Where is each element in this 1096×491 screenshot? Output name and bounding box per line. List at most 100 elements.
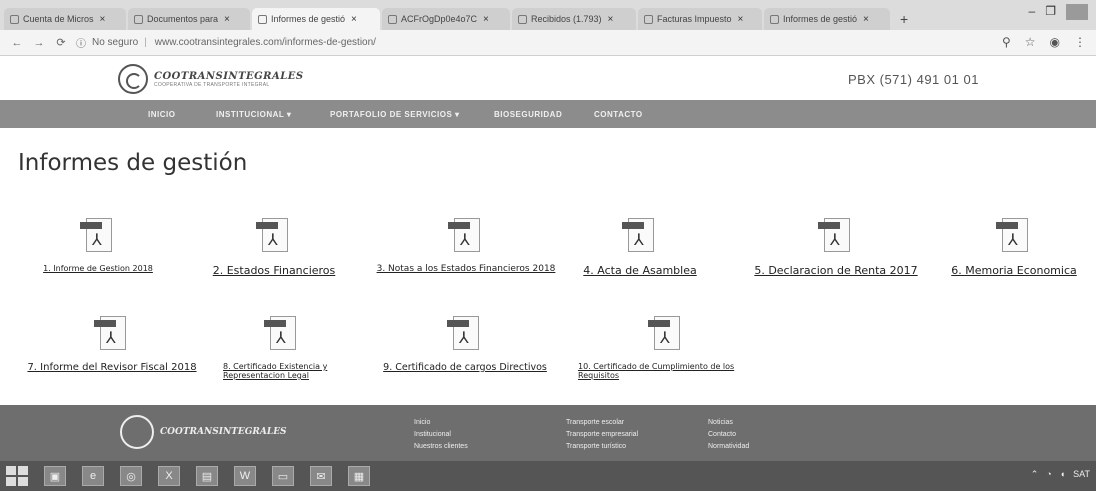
close-window-icon[interactable] — [1066, 4, 1088, 20]
browser-tab[interactable]: ACFrOgDp0e4o7C × — [382, 8, 510, 30]
pdf-icon: ⅄ — [94, 316, 130, 354]
footer-column: Noticias Contacto Normatividad — [708, 419, 749, 450]
page-title: Informes de gestión — [18, 150, 248, 176]
document-label[interactable]: 10. Certificado de Cumplimiento de los R… — [578, 362, 754, 380]
store-icon[interactable]: ▣ — [44, 466, 66, 486]
chrome-browser-icon[interactable]: ◎ — [120, 466, 142, 486]
network-icon[interactable]: ◔ — [1046, 469, 1051, 480]
tab-close-icon[interactable]: × — [100, 14, 106, 25]
tab-title: ACFrOgDp0e4o7C — [401, 14, 478, 24]
tab-favicon-icon — [518, 14, 527, 24]
nav-item-inicio[interactable]: INICIO — [148, 110, 175, 119]
menu-icon[interactable]: ⋮ — [1074, 35, 1086, 49]
tab-close-icon[interactable]: × — [224, 14, 230, 25]
document-label[interactable]: 3. Notas a los Estados Financieros 2018 — [377, 264, 556, 274]
footer-logo[interactable]: COOTRANSINTEGRALES — [120, 415, 287, 449]
browser-tab[interactable]: Facturas Impuesto × — [638, 8, 762, 30]
footer-link[interactable]: Transporte empresarial — [566, 431, 638, 438]
footer-brand-name: COOTRANSINTEGRALES — [160, 427, 287, 437]
back-icon[interactable]: ← — [10, 37, 24, 49]
minimize-icon[interactable]: – — [1029, 4, 1036, 20]
tab-close-icon[interactable]: × — [738, 14, 744, 25]
file-manager-icon[interactable]: ▤ — [196, 466, 218, 486]
tray-up-icon[interactable]: ⌃ — [1031, 469, 1039, 480]
site-footer: COOTRANSINTEGRALES Inicio Institucional … — [0, 405, 1096, 461]
tab-close-icon[interactable]: × — [863, 14, 869, 25]
tab-title: Recibidos (1.793) — [531, 14, 602, 24]
document-link[interactable]: ⅄ 2. Estados Financieros — [204, 218, 344, 277]
browser-tab-active[interactable]: Informes de gestió × — [252, 8, 380, 30]
browser-tab[interactable]: Informes de gestió × — [764, 8, 890, 30]
document-link[interactable]: ⅄ 7. Informe del Revisor Fiscal 2018 — [27, 316, 197, 373]
address-separator: | — [144, 37, 147, 48]
security-label: No seguro — [92, 37, 139, 48]
address-bar: ← → ⟳ ⓘ No seguro | www.cootransintegral… — [0, 30, 1096, 56]
pdf-icon: ⅄ — [996, 218, 1032, 256]
site-logo[interactable]: COOTRANSINTEGRALES COOPERATIVA DE TRANSP… — [118, 64, 304, 94]
mail-icon[interactable]: ✉ — [310, 466, 332, 486]
footer-link[interactable]: Nuestros clientes — [414, 443, 468, 450]
edge-browser-icon[interactable]: e — [82, 466, 104, 486]
calculator-icon[interactable]: ▦ — [348, 466, 370, 486]
tray-label: SAT — [1073, 469, 1090, 479]
url-field[interactable]: www.cootransintegrales.com/informes-de-g… — [155, 37, 376, 48]
document-link[interactable]: ⅄ 3. Notas a los Estados Financieros 201… — [366, 218, 566, 274]
document-label[interactable]: 8. Certificado Existencia y Representaci… — [223, 362, 341, 380]
nav-item-contacto[interactable]: CONTACTO — [594, 110, 643, 119]
folder-icon[interactable]: ▭ — [272, 466, 294, 486]
nav-item-portafolio[interactable]: PORTAFOLIO DE SERVICIOS ▾ — [330, 110, 460, 119]
word-icon[interactable]: W — [234, 466, 256, 486]
document-link[interactable]: ⅄ 5. Declaracion de Renta 2017 — [754, 218, 918, 277]
tab-favicon-icon — [644, 14, 653, 24]
footer-link[interactable]: Noticias — [708, 419, 749, 426]
footer-link[interactable]: Institucional — [414, 431, 468, 438]
document-label[interactable]: 1. Informe de Gestion 2018 — [43, 264, 153, 273]
footer-link[interactable]: Normatividad — [708, 443, 749, 450]
bookmark-star-icon[interactable]: ☆ — [1025, 35, 1036, 49]
nav-item-bioseguridad[interactable]: BIOSEGURIDAD — [494, 110, 562, 119]
footer-column: Transporte escolar Transporte empresaria… — [566, 419, 638, 450]
extension-icon[interactable]: ◉ — [1050, 35, 1060, 49]
logo-text-block: COOTRANSINTEGRALES COOPERATIVA DE TRANSP… — [154, 71, 304, 88]
pdf-icon: ⅄ — [256, 218, 292, 256]
document-label[interactable]: 9. Certificado de cargos Directivos — [383, 362, 547, 373]
footer-link[interactable]: Contacto — [708, 431, 749, 438]
pbx-phone: PBX (571) 491 01 01 — [848, 72, 979, 87]
reload-icon[interactable]: ⟳ — [54, 36, 68, 49]
document-link[interactable]: ⅄ 4. Acta de Asamblea — [580, 218, 700, 277]
zoom-icon[interactable]: ⚲ — [1002, 35, 1011, 49]
tab-favicon-icon — [134, 14, 143, 24]
document-link[interactable]: ⅄ 10. Certificado de Cumplimiento de los… — [576, 316, 756, 380]
maximize-icon[interactable]: ❐ — [1045, 4, 1056, 20]
document-link[interactable]: ⅄ 6. Memoria Economica — [944, 218, 1084, 277]
footer-link[interactable]: Transporte escolar — [566, 419, 638, 426]
browser-tab[interactable]: Cuenta de Micros × — [4, 8, 126, 30]
windows-start-icon[interactable] — [6, 466, 28, 486]
info-icon[interactable]: ⓘ — [76, 35, 86, 50]
new-tab-button[interactable]: + — [892, 8, 916, 30]
document-link[interactable]: ⅄ 8. Certificado Existencia y Representa… — [222, 316, 342, 380]
document-label[interactable]: 6. Memoria Economica — [951, 264, 1077, 277]
tab-close-icon[interactable]: × — [483, 14, 489, 25]
tab-favicon-icon — [770, 14, 779, 24]
footer-link[interactable]: Transporte turístico — [566, 443, 638, 450]
nav-item-institucional[interactable]: INSTITUCIONAL ▾ — [216, 110, 291, 119]
browser-tab[interactable]: Recibidos (1.793) × — [512, 8, 636, 30]
document-link[interactable]: ⅄ 1. Informe de Gestion 2018 — [28, 218, 168, 273]
tab-close-icon[interactable]: × — [351, 14, 357, 25]
brand-name: COOTRANSINTEGRALES — [154, 70, 304, 82]
footer-link[interactable]: Inicio — [414, 419, 468, 426]
document-label[interactable]: 4. Acta de Asamblea — [583, 264, 696, 277]
excel-icon[interactable]: X — [158, 466, 180, 486]
volume-icon[interactable]: ◖ — [1060, 469, 1065, 480]
system-tray: ⌃ ◔ ◖ SAT — [1031, 469, 1090, 480]
tab-close-icon[interactable]: × — [608, 14, 614, 25]
forward-icon[interactable]: → — [32, 37, 46, 49]
document-label[interactable]: 7. Informe del Revisor Fiscal 2018 — [27, 362, 196, 373]
document-label[interactable]: 5. Declaracion de Renta 2017 — [754, 264, 917, 277]
window-controls: – ❐ — [1029, 4, 1088, 20]
document-link[interactable]: ⅄ 9. Certificado de cargos Directivos — [380, 316, 550, 373]
logo-emblem-icon — [118, 64, 148, 94]
browser-tab[interactable]: Documentos para × — [128, 8, 250, 30]
document-label[interactable]: 2. Estados Financieros — [213, 264, 336, 277]
